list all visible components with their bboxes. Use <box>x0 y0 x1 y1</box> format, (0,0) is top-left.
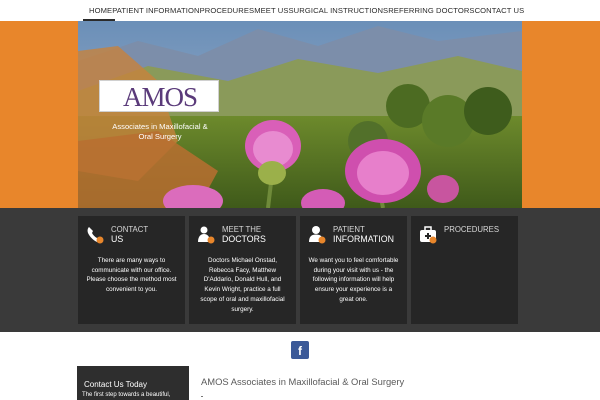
card-title-bottom: US <box>111 234 124 244</box>
facebook-icon[interactable]: f <box>291 341 309 359</box>
nav-item-patient-information[interactable]: PATIENT INFORMATION <box>112 6 199 15</box>
patient-icon <box>309 226 326 244</box>
contact-box-subtitle: The first step towards a beautiful, <box>82 392 171 398</box>
card-procedures[interactable]: PROCEDURES <box>411 216 518 324</box>
card-description: We want you to feel comfortable during y… <box>308 257 399 303</box>
contact-box-title: Contact Us Today <box>84 380 147 389</box>
medical-kit-icon <box>420 226 437 244</box>
card-title-top: MEET THE <box>222 225 262 234</box>
card-meet-doctors[interactable]: MEET THE DOCTORS Doctors Michael Onstad,… <box>189 216 296 324</box>
card-title-bottom: DOCTORS <box>222 234 266 244</box>
hero-image <box>78 21 522 208</box>
amos-logo[interactable]: AMOS <box>99 80 219 112</box>
tagline-line-1: Associates in Maxillofacial & <box>112 122 208 131</box>
page-heading: AMOS Associates in Maxillofacial & Oral … <box>201 376 405 387</box>
card-patient-information[interactable]: PATIENT INFORMATION We want you to feel … <box>300 216 407 324</box>
contact-us-today-box[interactable]: Contact Us Today The first step towards … <box>77 366 189 400</box>
nav-menu: HOME PATIENT INFORMATION PROCEDURES MEET… <box>77 0 525 21</box>
doctors-icon <box>198 226 215 244</box>
nav-item-procedures[interactable]: PROCEDURES <box>200 6 255 15</box>
nav-item-surgical-instructions[interactable]: SURGICAL INSTRUCTIONS <box>289 6 389 15</box>
card-title-top: PATIENT <box>333 225 365 234</box>
landscape-thistle-image <box>78 21 522 208</box>
divider <box>201 396 203 397</box>
phone-icon <box>87 227 104 244</box>
hero-tagline: Associates in Maxillofacial & Oral Surge… <box>101 122 219 141</box>
tagline-line-2: Oral Surgery <box>138 131 182 141</box>
card-title-top: PROCEDURES <box>444 225 500 234</box>
nav-item-home[interactable]: HOME <box>89 6 112 15</box>
card-title-top: CONTACT <box>111 225 149 234</box>
card-description: Doctors Michael Onstad, Rebecca Facy, Ma… <box>200 257 285 313</box>
card-contact-us[interactable]: CONTACT US There are many ways to commun… <box>78 216 185 324</box>
logo-text: AMOS <box>122 81 198 112</box>
nav-item-contact-us[interactable]: CONTACT US <box>475 6 525 15</box>
nav-item-referring-doctors[interactable]: REFERRING DOCTORS <box>388 6 474 15</box>
card-title-bottom: INFORMATION <box>333 234 394 244</box>
top-navigation: HOME PATIENT INFORMATION PROCEDURES MEET… <box>0 0 600 22</box>
nav-item-meet-us[interactable]: MEET US <box>254 6 288 15</box>
card-description: There are many ways to communicate with … <box>86 257 177 294</box>
